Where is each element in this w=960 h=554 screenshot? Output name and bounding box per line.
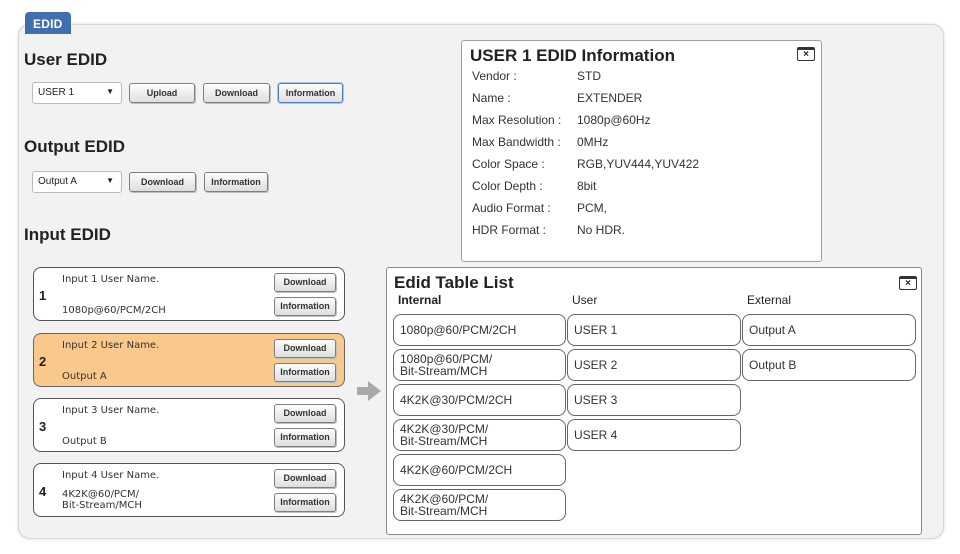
edid-table-list: Edid Table List × Internal User External… bbox=[386, 267, 922, 535]
table-title: Edid Table List bbox=[394, 273, 514, 292]
input-number: 4 bbox=[39, 484, 47, 499]
info-value: STD bbox=[577, 69, 601, 83]
column-header-external: External bbox=[747, 293, 792, 307]
edid-item-label: 4K2K@60/PCM/2CH bbox=[400, 463, 513, 477]
user-edid-item[interactable]: USER 2 bbox=[567, 349, 741, 381]
edid-item-label: 1080p@60/PCM/2CH bbox=[400, 323, 517, 337]
edid-item-label: 4K2K@30/PCM/ Bit-Stream/MCH bbox=[400, 422, 489, 448]
information-title: USER 1 EDID Information bbox=[470, 46, 675, 65]
info-value: EXTENDER bbox=[577, 91, 643, 105]
input-2-information-button[interactable]: Information bbox=[274, 363, 336, 382]
edid-item-label: USER 4 bbox=[574, 428, 618, 442]
input-3-information-button[interactable]: Information bbox=[274, 428, 336, 447]
info-key: Audio Format : bbox=[472, 201, 551, 215]
input-card-4[interactable]: 4 Input 4 User Name. 4K2K@60/PCM/ Bit-St… bbox=[33, 463, 345, 517]
output-download-button[interactable]: Download bbox=[129, 172, 196, 192]
input-user-name: Input 4 User Name. bbox=[62, 470, 160, 481]
input-4-information-button[interactable]: Information bbox=[274, 493, 336, 512]
edid-item-label: USER 2 bbox=[574, 358, 618, 372]
edid-item-label: USER 1 bbox=[574, 323, 618, 337]
internal-edid-item[interactable]: 1080p@60/PCM/ Bit-Stream/MCH bbox=[393, 349, 566, 381]
external-edid-item[interactable]: Output A bbox=[742, 314, 916, 346]
input-user-name: Input 2 User Name. bbox=[62, 340, 160, 351]
info-value: 1080p@60Hz bbox=[577, 113, 651, 127]
external-edid-item[interactable]: Output B bbox=[742, 349, 916, 381]
arrow-right-icon bbox=[357, 381, 381, 401]
info-key: Vendor : bbox=[472, 69, 517, 83]
user-edid-item[interactable]: USER 1 bbox=[567, 314, 741, 346]
internal-edid-item[interactable]: 4K2K@30/PCM/ Bit-Stream/MCH bbox=[393, 419, 566, 451]
input-edid-title: Input EDID bbox=[24, 225, 111, 244]
edid-item-label: 1080p@60/PCM/ Bit-Stream/MCH bbox=[400, 352, 493, 378]
edid-item-label: 4K2K@60/PCM/ Bit-Stream/MCH bbox=[400, 492, 489, 518]
input-format: 4K2K@60/PCM/ Bit-Stream/MCH bbox=[62, 489, 142, 511]
internal-edid-item[interactable]: 4K2K@30/PCM/2CH bbox=[393, 384, 566, 416]
user-edid-select[interactable]: USER 1 ▼ bbox=[32, 82, 122, 104]
input-4-download-button[interactable]: Download bbox=[274, 469, 336, 488]
output-edid-title: Output EDID bbox=[24, 137, 126, 156]
tab-edid[interactable]: EDID bbox=[25, 12, 71, 34]
user-edid-select-value: USER 1 bbox=[38, 87, 75, 98]
input-card-3[interactable]: 3 Input 3 User Name. Output B Download I… bbox=[33, 398, 345, 452]
user-information-button[interactable]: Information bbox=[278, 83, 343, 103]
info-value: No HDR. bbox=[577, 223, 626, 237]
input-format: Output A bbox=[62, 371, 107, 382]
input-format: 1080p@60/PCM/2CH bbox=[62, 305, 166, 316]
user-edid-title: User EDID bbox=[24, 50, 108, 69]
input-3-download-button[interactable]: Download bbox=[274, 404, 336, 423]
input-card-1[interactable]: 1 Input 1 User Name. 1080p@60/PCM/2CH Do… bbox=[33, 267, 345, 321]
internal-edid-item[interactable]: 4K2K@60/PCM/2CH bbox=[393, 454, 566, 486]
input-2-download-button[interactable]: Download bbox=[274, 339, 336, 358]
user-edid-item[interactable]: USER 3 bbox=[567, 384, 741, 416]
upload-button[interactable]: Upload bbox=[129, 83, 195, 103]
input-user-name: Input 1 User Name. bbox=[62, 274, 160, 285]
info-key: Max Resolution : bbox=[472, 113, 562, 127]
edid-information-panel: USER 1 EDID Information × Vendor : STD N… bbox=[461, 40, 822, 262]
column-header-user: User bbox=[572, 293, 598, 307]
info-key: Name : bbox=[472, 91, 511, 105]
input-number: 2 bbox=[39, 354, 47, 369]
input-number: 3 bbox=[39, 419, 47, 434]
info-key: HDR Format : bbox=[472, 223, 547, 237]
caret-down-icon: ▼ bbox=[106, 176, 114, 185]
user-edid-item[interactable]: USER 4 bbox=[567, 419, 741, 451]
input-user-name: Input 3 User Name. bbox=[62, 405, 160, 416]
info-value: 8bit bbox=[577, 179, 597, 193]
edid-item-label: USER 3 bbox=[574, 393, 618, 407]
edid-item-label: 4K2K@30/PCM/2CH bbox=[400, 393, 513, 407]
user-download-button[interactable]: Download bbox=[203, 83, 270, 103]
input-format: Output B bbox=[62, 436, 107, 447]
close-icon[interactable]: × bbox=[797, 47, 815, 61]
info-key: Color Depth : bbox=[472, 179, 543, 193]
info-value: 0MHz bbox=[577, 135, 609, 149]
output-edid-select[interactable]: Output A ▼ bbox=[32, 171, 122, 193]
input-card-2[interactable]: 2 Input 2 User Name. Output A Download I… bbox=[33, 333, 345, 387]
info-value: PCM, bbox=[577, 201, 607, 215]
output-edid-select-value: Output A bbox=[38, 176, 77, 187]
internal-edid-item[interactable]: 4K2K@60/PCM/ Bit-Stream/MCH bbox=[393, 489, 566, 521]
input-1-download-button[interactable]: Download bbox=[274, 273, 336, 292]
edid-item-label: Output B bbox=[749, 358, 797, 372]
info-key: Color Space : bbox=[472, 157, 545, 171]
column-header-internal: Internal bbox=[398, 293, 442, 307]
info-value: RGB,YUV444,YUV422 bbox=[577, 157, 700, 171]
input-number: 1 bbox=[39, 288, 47, 303]
caret-down-icon: ▼ bbox=[106, 87, 114, 96]
input-1-information-button[interactable]: Information bbox=[274, 297, 336, 316]
output-information-button[interactable]: Information bbox=[204, 172, 268, 192]
close-icon[interactable]: × bbox=[899, 276, 917, 290]
edid-item-label: Output A bbox=[749, 323, 796, 337]
internal-edid-item[interactable]: 1080p@60/PCM/2CH bbox=[393, 314, 566, 346]
info-key: Max Bandwidth : bbox=[472, 135, 561, 149]
